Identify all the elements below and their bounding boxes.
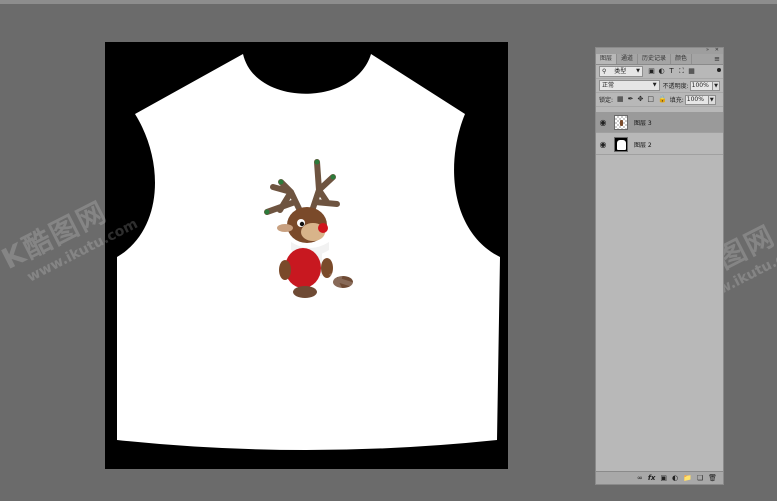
chevron-down-icon: ▼ [652, 82, 657, 88]
filter-toggle-icon[interactable] [717, 68, 721, 72]
opacity-label: 不透明度: [662, 83, 689, 90]
document-canvas[interactable] [105, 42, 508, 469]
blend-mode-value: 正常 [602, 82, 615, 89]
lock-artboard-icon[interactable]: □ [647, 96, 654, 103]
layer-row[interactable]: ◉ 图层 2 [596, 134, 723, 155]
layer-name[interactable]: 图层 2 [634, 140, 652, 149]
delete-icon[interactable]: 🗑 [708, 474, 717, 482]
add-mask-icon[interactable]: ▣ [660, 474, 667, 482]
lock-label: 锁定: [599, 97, 614, 104]
eye-icon[interactable]: ◉ [596, 118, 610, 127]
fill-input[interactable]: 100% [684, 94, 709, 105]
close-icon[interactable]: ✕ [715, 47, 719, 53]
opacity-input[interactable]: 100% [689, 80, 714, 91]
new-layer-icon[interactable]: ❏ [697, 474, 703, 482]
panel-bottom-bar: ∞ fx ▣ ◐ 📁 ❏ 🗑 [596, 471, 723, 484]
search-icon: ⚲ [602, 68, 607, 75]
new-group-icon[interactable]: 📁 [683, 474, 692, 482]
eye-icon[interactable]: ◉ [596, 140, 610, 149]
tab-color[interactable]: 颜色 [671, 54, 693, 64]
blend-mode-select[interactable]: 正常 ▼ [599, 80, 660, 91]
filter-type-value: 类型 [614, 68, 627, 75]
lock-paint-icon[interactable]: ✒ [628, 96, 634, 103]
layer-thumbnail [614, 114, 628, 130]
smart-object-filter-icon[interactable]: ▦ [688, 68, 695, 75]
adjustment-filter-icon[interactable]: ◐ [658, 68, 665, 75]
layer-row[interactable]: ◉ 图层 3 [596, 112, 723, 133]
tab-history[interactable]: 历史记录 [638, 54, 672, 64]
link-layers-icon[interactable]: ∞ [637, 474, 643, 482]
layer-name[interactable]: 图层 3 [634, 118, 652, 127]
filter-type-select[interactable]: ⚲ 类型 ▼ [599, 66, 643, 77]
lock-row: 锁定: ▦ ✒ ✥ □ 🔒 填充: 100% ▼ [596, 93, 723, 107]
fill-dropdown[interactable]: ▼ [708, 94, 716, 105]
filter-row: ⚲ 类型 ▼ ▣ ◐ T ⛶ ▦ [596, 65, 723, 79]
layers-panel: » ✕ 图层 通道 历史记录 颜色 ≡ ⚲ 类型 ▼ ▣ ◐ T ⛶ ▦ 正常 … [595, 47, 724, 485]
collapse-icon[interactable]: » [706, 47, 709, 53]
blend-row: 正常 ▼ 不透明度: 100% ▼ [596, 79, 723, 93]
panel-menu-icon[interactable]: ≡ [714, 55, 720, 63]
artwork [117, 54, 500, 450]
opacity-dropdown[interactable]: ▼ [713, 80, 720, 91]
tab-layers[interactable]: 图层 [596, 54, 618, 64]
lock-icons: ▦ ✒ ✥ □ 🔒 [617, 96, 667, 103]
fx-icon[interactable]: fx [648, 474, 656, 482]
fill-label: 填充: [669, 97, 684, 104]
lock-position-icon[interactable]: ✥ [638, 96, 644, 103]
lock-transparency-icon[interactable]: ▦ [617, 96, 624, 103]
type-filter-icon[interactable]: T [668, 68, 675, 75]
lock-all-icon[interactable]: 🔒 [658, 96, 667, 103]
pixel-filter-icon[interactable]: ▣ [648, 68, 655, 75]
chevron-down-icon: ▼ [636, 68, 640, 74]
adjustment-layer-icon[interactable]: ◐ [672, 474, 678, 482]
layer-thumbnail [614, 136, 628, 152]
tab-channels[interactable]: 通道 [617, 54, 639, 64]
shape-filter-icon[interactable]: ⛶ [678, 68, 685, 75]
filter-icons: ▣ ◐ T ⛶ ▦ [648, 68, 695, 75]
panel-tabs: 图层 通道 历史记录 颜色 ≡ [596, 54, 723, 65]
